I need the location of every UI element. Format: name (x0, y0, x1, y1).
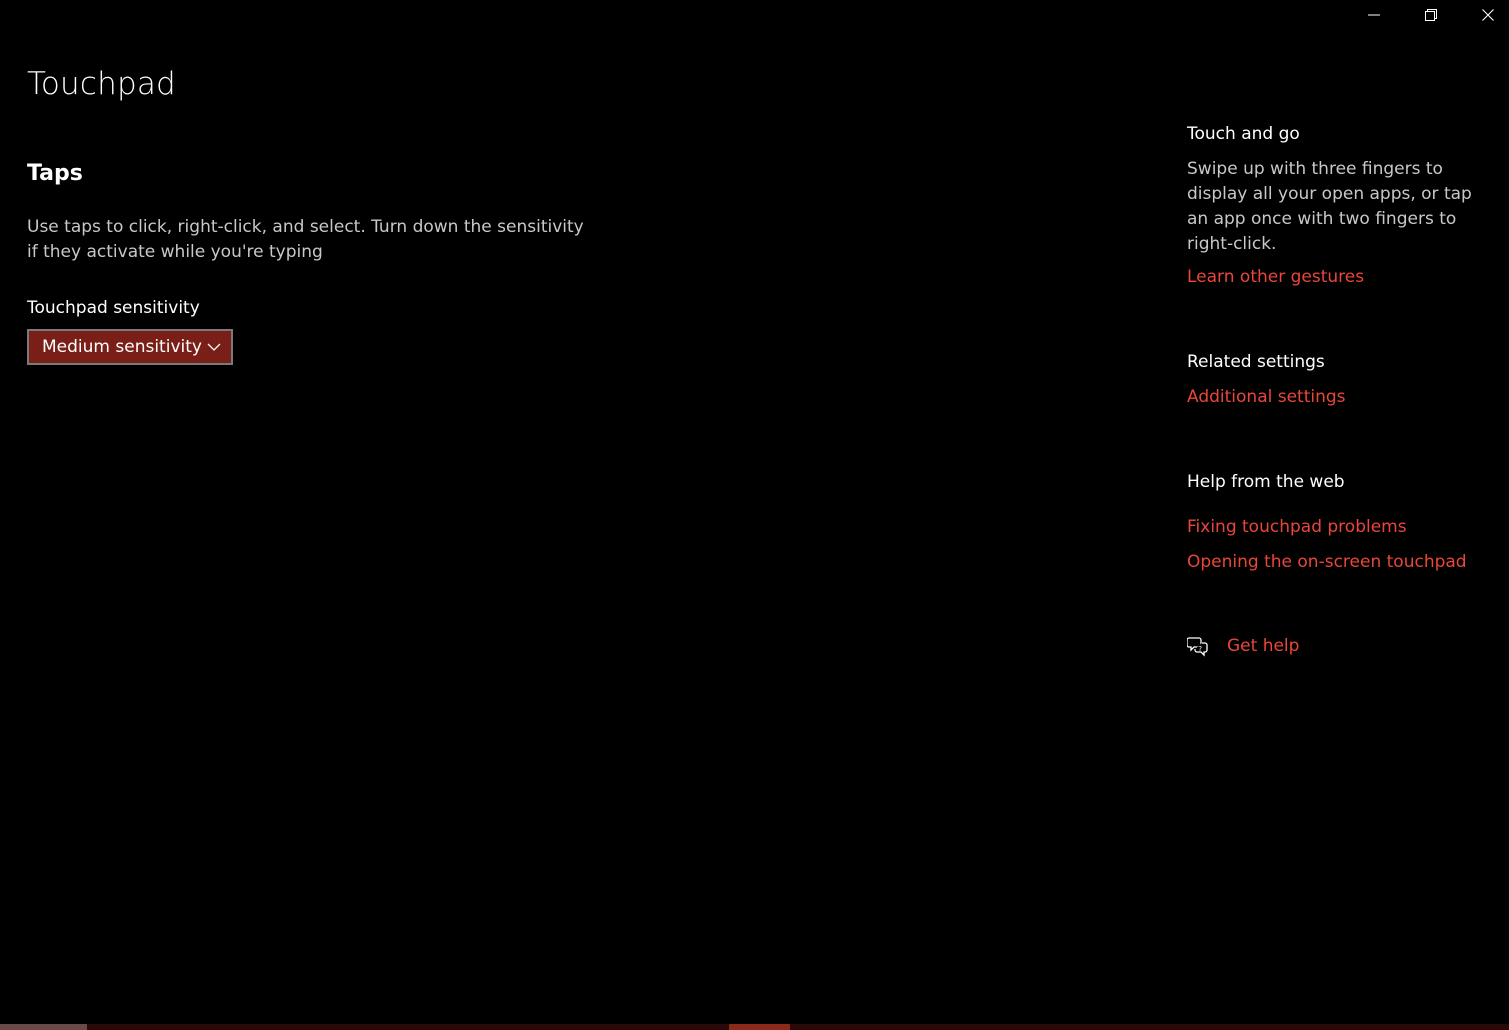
chat-help-icon: ? (1187, 637, 1208, 657)
get-help-label: Get help (1227, 636, 1300, 656)
taps-description: Use taps to click, right-click, and sele… (27, 217, 584, 262)
restore-icon (1424, 9, 1437, 21)
touch-and-go-text: Swipe up with three fingers to display a… (1187, 159, 1472, 254)
related-settings-heading: Related settings (1187, 352, 1325, 372)
additional-settings-link[interactable]: Additional settings (1187, 385, 1346, 409)
dropdown-selected-value: Medium sensitivity (42, 337, 202, 357)
restore-button[interactable] (1402, 0, 1459, 30)
taskbar-segment (0, 1024, 87, 1030)
get-help-link[interactable]: ? Get help (1187, 634, 1299, 658)
touchpad-sensitivity-dropdown[interactable]: Medium sensitivity (27, 329, 233, 365)
chevron-down-icon (207, 343, 221, 351)
touch-and-go-heading: Touch and go (1187, 124, 1300, 144)
help-from-web-heading: Help from the web (1187, 472, 1345, 492)
section-title-taps: Taps (27, 161, 83, 186)
fixing-touchpad-problems-link[interactable]: Fixing touchpad problems (1187, 515, 1407, 539)
on-screen-touchpad-link[interactable]: Opening the on-screen touchpad (1187, 550, 1467, 574)
close-button[interactable] (1459, 0, 1509, 30)
close-icon (1481, 9, 1494, 21)
minimize-button[interactable] (1345, 0, 1402, 30)
page-title: Touchpad (27, 66, 176, 102)
minimize-icon (1367, 14, 1380, 16)
settings-window: Touchpad Taps Use taps to click, right-c… (0, 0, 1509, 1030)
taskbar-segment-active (729, 1024, 790, 1030)
touchpad-sensitivity-label: Touchpad sensitivity (27, 298, 200, 318)
svg-text:?: ? (1198, 645, 1202, 653)
learn-other-gestures-link[interactable]: Learn other gestures (1187, 265, 1364, 289)
